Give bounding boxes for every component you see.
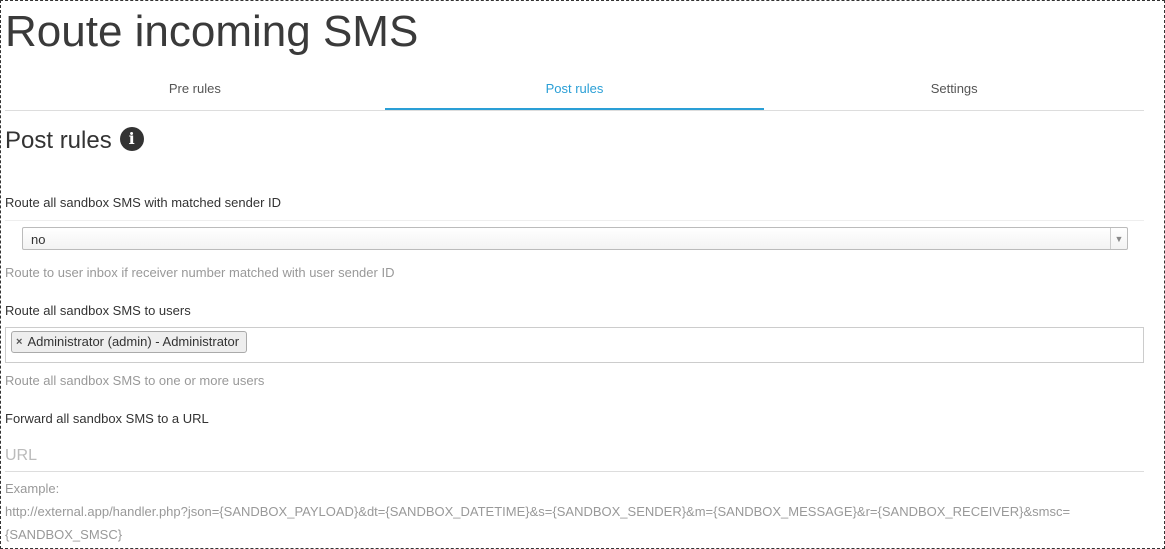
tab-post-rules[interactable]: Post rules [384, 70, 765, 110]
route-users-multiselect[interactable]: × Administrator (admin) - Administrator [5, 327, 1144, 363]
selected-user-chip: × Administrator (admin) - Administrator [11, 331, 248, 353]
remove-chip-icon[interactable]: × [16, 332, 22, 352]
info-circle-icon[interactable]: i [119, 127, 144, 151]
route-users-label: Route all sandbox SMS to users [5, 303, 191, 318]
forward-url-label: Forward all sandbox SMS to a URL [5, 411, 209, 426]
tab-settings[interactable]: Settings [764, 70, 1144, 110]
page-title: Route incoming SMS [5, 7, 419, 56]
matched-sender-help: Route to user inbox if receiver number m… [5, 265, 395, 280]
section-title: Post rules i [5, 127, 144, 155]
example-url-line1: http://external.app/handler.php?json={SA… [5, 504, 1071, 519]
chevron-down-icon[interactable]: ▼ [1110, 228, 1127, 249]
route-users-help: Route all sandbox SMS to one or more use… [5, 373, 265, 388]
selected-user-label: Administrator (admin) - Administrator [27, 334, 240, 349]
matched-sender-row: no ▼ [5, 220, 1144, 261]
section-title-text: Post rules [5, 127, 112, 154]
example-url-line2: {SANDBOX_SMSC} [5, 527, 123, 542]
matched-sender-select[interactable]: no ▼ [22, 227, 1128, 250]
matched-sender-label: Route all sandbox SMS with matched sende… [5, 195, 282, 210]
tab-bar: Pre rules Post rules Settings [5, 70, 1144, 111]
example-label: Example: [5, 481, 60, 496]
matched-sender-value: no [31, 232, 46, 247]
tab-pre-rules[interactable]: Pre rules [5, 70, 385, 110]
url-input[interactable] [5, 440, 1144, 472]
